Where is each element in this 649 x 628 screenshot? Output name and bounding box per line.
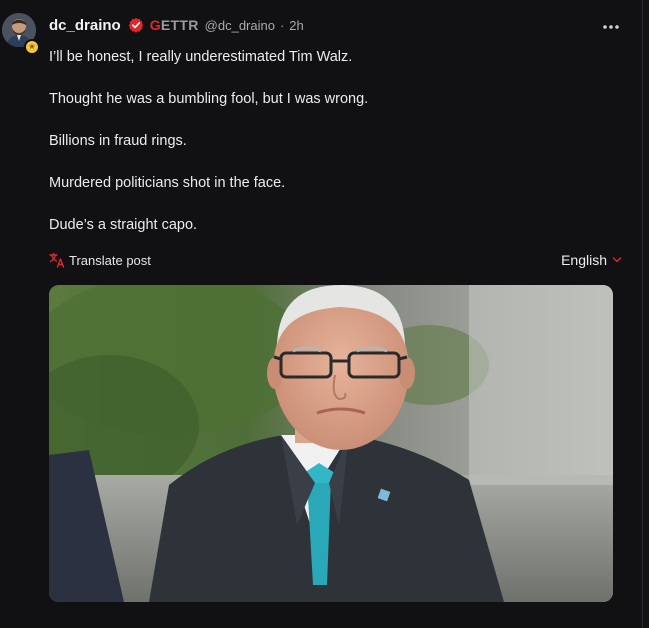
translate-post-button[interactable]: Translate post xyxy=(49,252,151,268)
username[interactable]: dc_draino xyxy=(49,17,121,34)
post-photo xyxy=(49,285,613,602)
gettr-logo: GETTR xyxy=(149,17,199,33)
chevron-down-icon xyxy=(612,257,622,263)
user-handle[interactable]: @dc_draino xyxy=(205,18,275,33)
post-header: dc_draino GETTR @dc_draino · 2h xyxy=(49,15,304,35)
post-paragraph: Billions in fraud rings. xyxy=(49,133,187,149)
language-label: English xyxy=(561,252,607,268)
post-paragraph: Thought he was a bumbling fool, but I wa… xyxy=(49,91,369,107)
more-options-icon[interactable] xyxy=(602,14,620,35)
verified-icon xyxy=(128,17,143,33)
avatar[interactable]: ★ xyxy=(2,13,40,55)
language-select[interactable]: English xyxy=(561,252,622,268)
translate-icon xyxy=(49,252,65,268)
post-paragraph: I’ll be honest, I really underestimated … xyxy=(49,49,353,65)
post-card: ★ dc_draino GETTR @dc_draino · 2h I’ll b… xyxy=(0,0,643,628)
post-paragraph: Murdered politicians shot in the face. xyxy=(49,175,286,191)
badge-icon: ★ xyxy=(24,39,40,55)
separator-dot: · xyxy=(279,17,285,33)
post-body: I’ll be honest, I really underestimated … xyxy=(49,48,609,258)
post-timestamp[interactable]: 2h xyxy=(289,18,303,33)
translate-post-label: Translate post xyxy=(69,252,151,268)
post-image[interactable] xyxy=(49,285,613,602)
post-paragraph: Dude’s a straight capo. xyxy=(49,217,198,233)
gettr-logo-rest: ETTR xyxy=(160,17,199,33)
